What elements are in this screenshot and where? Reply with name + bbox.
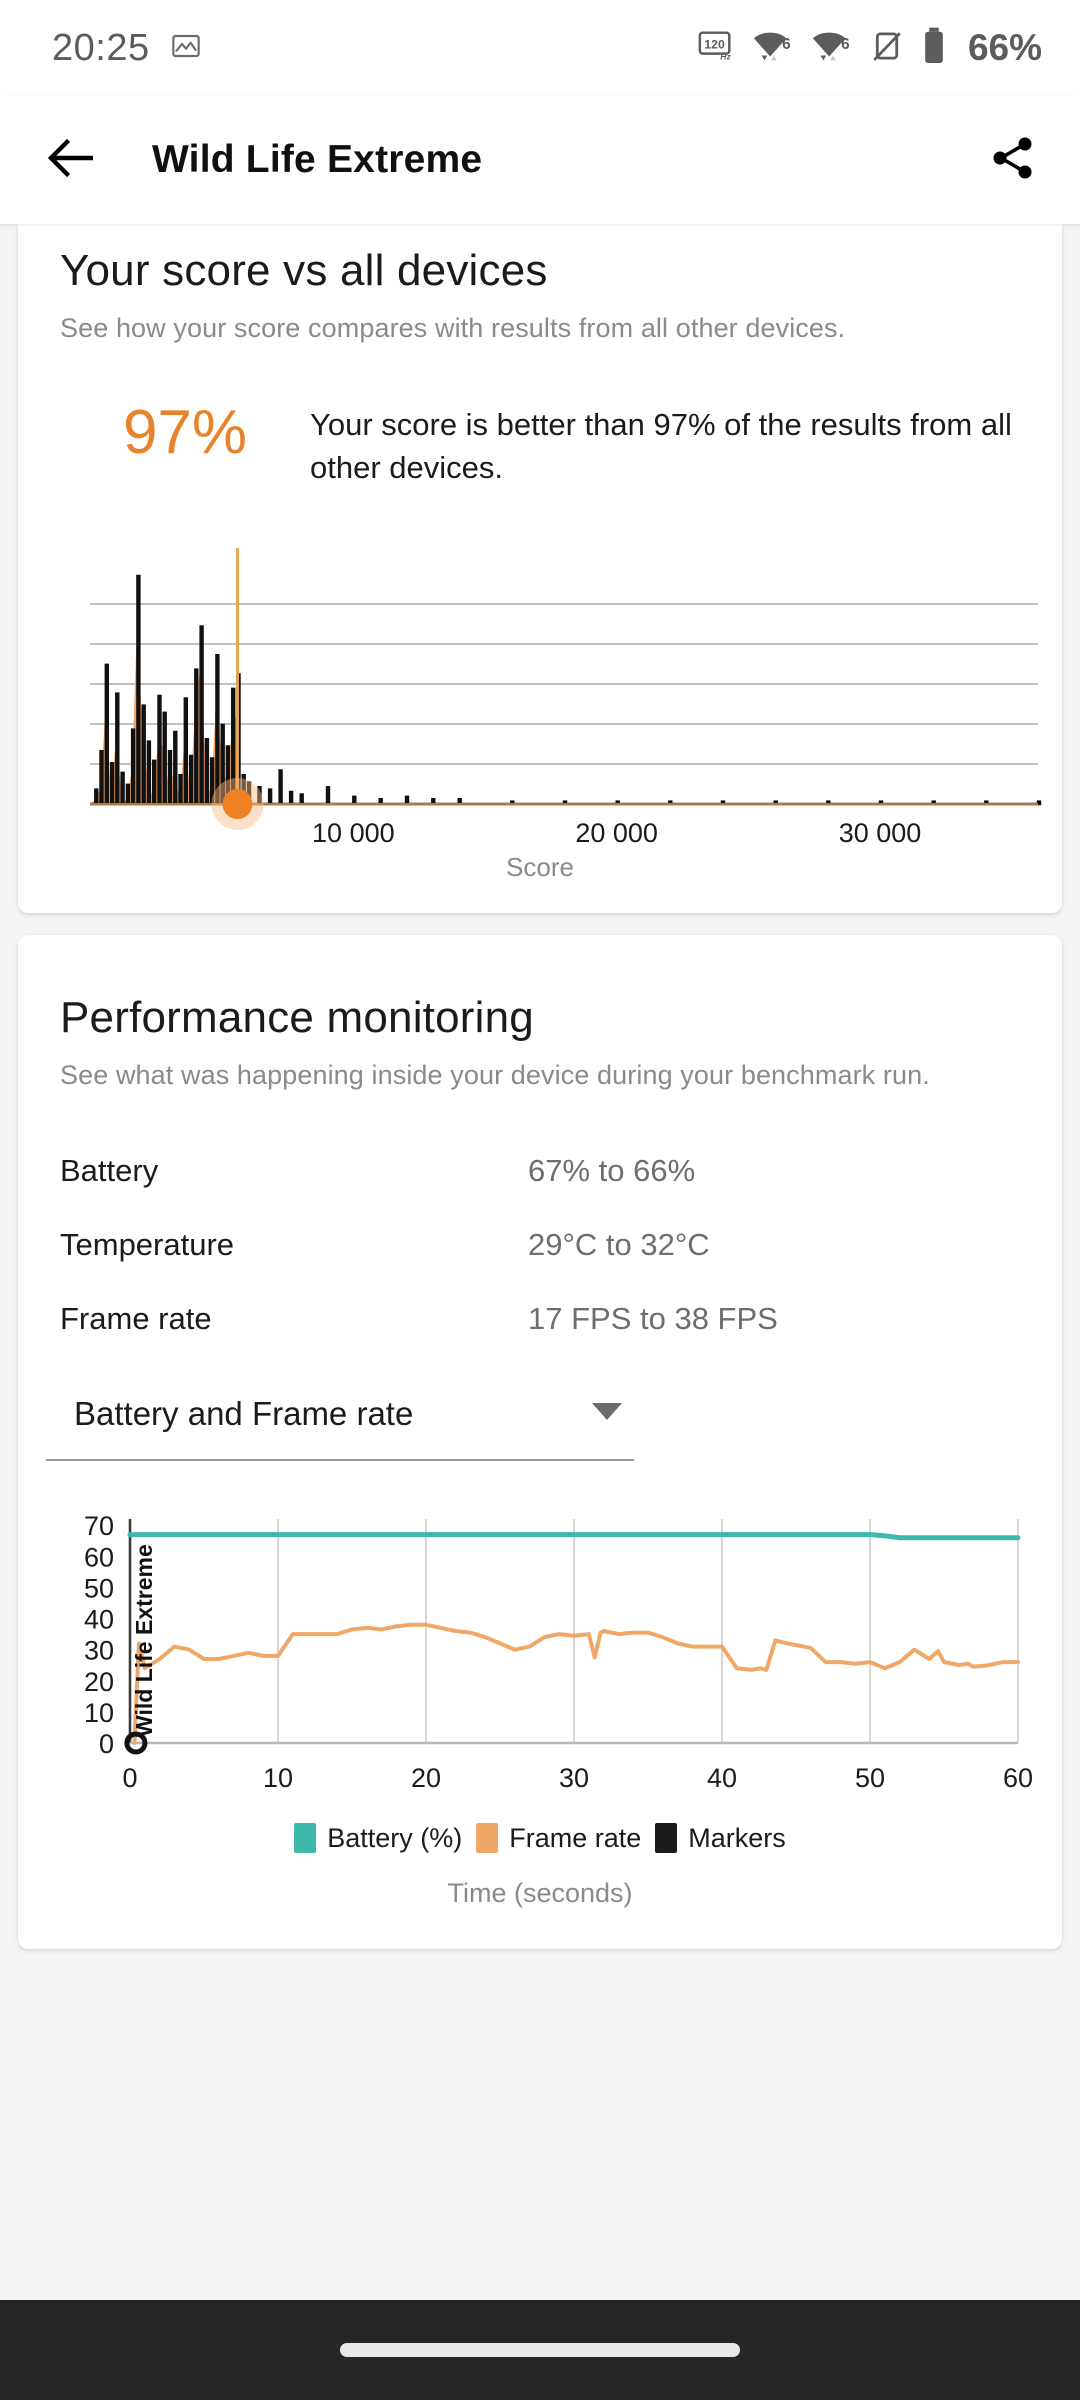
svg-text:10: 10: [263, 1763, 293, 1793]
table-row: Battery 67% to 66%: [60, 1153, 1020, 1189]
svg-text:30: 30: [84, 1635, 114, 1665]
performance-card-header: Performance monitoring See what was happ…: [18, 993, 1062, 1091]
legend-swatch-frame-rate: [476, 1823, 499, 1854]
performance-card-title: Performance monitoring: [60, 992, 534, 1042]
legend-item: Frame rate: [476, 1823, 641, 1854]
svg-text:6: 6: [782, 35, 791, 52]
score-vs-devices-card: Your score vs all devices See how your s…: [18, 224, 1062, 913]
stat-value: 67% to 66%: [528, 1152, 696, 1188]
stat-value: 17 FPS to 38 FPS: [528, 1300, 778, 1336]
status-bar-right: 120 Hz 6 6 66%: [697, 27, 1042, 70]
svg-text:70: 70: [84, 1511, 114, 1541]
svg-text:10 000: 10 000: [312, 818, 395, 846]
status-bar: 20:25 120 Hz 6 6 66%: [0, 0, 1080, 96]
svg-text:30: 30: [559, 1763, 589, 1793]
legend-item: Battery (%): [294, 1823, 462, 1854]
table-row: Temperature 29°C to 32°C: [60, 1227, 1020, 1263]
performance-stats-list: Battery 67% to 66% Temperature 29°C to 3…: [18, 1153, 1062, 1337]
vibrate-off-icon: [870, 29, 904, 68]
score-card-title: Your score vs all devices: [60, 246, 548, 295]
time-axis-caption: Time (seconds): [447, 1877, 633, 1908]
scroll-content[interactable]: Your score vs all devices See how your s…: [0, 224, 1080, 2300]
svg-text:Hz: Hz: [720, 51, 731, 61]
svg-text:60: 60: [1003, 1763, 1033, 1793]
percentile-description: Your score is better than 97% of the res…: [310, 407, 1012, 485]
score-axis-caption: Score: [506, 851, 574, 882]
svg-text:120: 120: [704, 37, 725, 51]
legend-swatch-battery: [294, 1823, 317, 1854]
stat-label: Frame rate: [60, 1300, 212, 1336]
metric-select[interactable]: Battery and Frame rate: [46, 1385, 634, 1461]
svg-text:20: 20: [84, 1666, 114, 1696]
metric-select-underline: [46, 1458, 634, 1461]
legend-swatch-markers: [655, 1823, 678, 1854]
back-arrow-icon[interactable]: [46, 137, 98, 184]
score-distribution-chart: 10 000 20 000 30 000 Score: [18, 546, 1062, 883]
svg-text:0: 0: [99, 1729, 114, 1759]
percentile-value: 97%: [122, 398, 248, 467]
wifi-6-icon: 6: [752, 28, 794, 69]
table-row: Frame rate 17 FPS to 38 FPS: [60, 1301, 1020, 1337]
svg-text:50: 50: [84, 1573, 114, 1603]
page-title: Wild Life Extreme: [152, 138, 483, 181]
score-card-subtitle: See how your score compares with results…: [60, 313, 846, 343]
image-icon: [170, 30, 202, 67]
svg-text:60: 60: [84, 1542, 114, 1572]
status-bar-left: 20:25: [52, 27, 202, 70]
status-bar-clock: 20:25: [52, 26, 150, 69]
legend-item: Markers: [655, 1823, 786, 1854]
svg-text:10: 10: [84, 1697, 114, 1727]
system-navigation-bar: [0, 2300, 1080, 2400]
svg-text:40: 40: [707, 1763, 737, 1793]
app-bar: Wild Life Extreme: [0, 96, 1080, 224]
svg-text:50: 50: [855, 1763, 885, 1793]
performance-card-subtitle: See what was happening inside your devic…: [60, 1059, 930, 1090]
stat-label: Temperature: [60, 1226, 235, 1262]
score-card-header: Your score vs all devices See how your s…: [18, 246, 1062, 344]
battery-percent-label: 66%: [967, 27, 1042, 68]
performance-monitoring-card: Performance monitoring See what was happ…: [18, 934, 1062, 1949]
chevron-down-icon[interactable]: [588, 1398, 626, 1429]
battery-icon: [921, 27, 947, 70]
stat-value: 29°C to 32°C: [528, 1226, 710, 1262]
svg-text:20: 20: [411, 1763, 441, 1793]
performance-chart-legend: Battery (%) Frame rate Markers: [18, 1823, 1062, 1854]
metric-select-value: Battery and Frame rate: [74, 1394, 414, 1432]
legend-label: Frame rate: [509, 1822, 642, 1853]
svg-text:6: 6: [841, 35, 850, 52]
refresh-rate-120hz-icon: 120 Hz: [697, 29, 735, 68]
svg-text:Wild Life Extreme: Wild Life Extreme: [131, 1544, 157, 1737]
svg-text:40: 40: [84, 1604, 114, 1634]
phone-screen: 20:25 120 Hz 6 6 66% Wild Life Extreme Y…: [0, 0, 1080, 2400]
svg-text:30 000: 30 000: [839, 818, 922, 846]
legend-label: Markers: [688, 1822, 786, 1853]
gesture-home-pill[interactable]: [340, 2343, 740, 2357]
percentile-block: 97% Your score is better than 97% of the…: [18, 400, 1062, 490]
legend-label: Battery (%): [327, 1822, 463, 1853]
wifi-6-icon: 6: [811, 28, 853, 69]
performance-chart: Wild Life Extreme 0 10 20 30 40 50 60 70 0 10 20 3…: [18, 1505, 1062, 1805]
svg-text:20 000: 20 000: [575, 818, 658, 846]
share-icon[interactable]: [988, 133, 1038, 188]
stat-label: Battery: [60, 1152, 159, 1188]
svg-text:0: 0: [122, 1763, 137, 1793]
